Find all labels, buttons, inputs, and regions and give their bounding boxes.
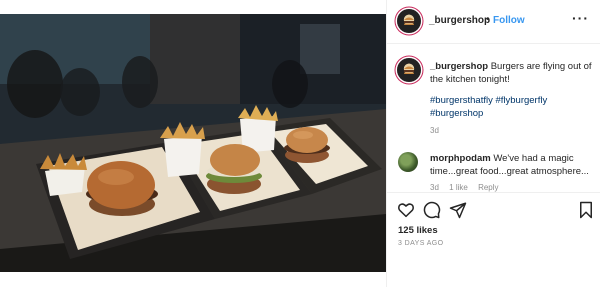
- post-side-panel: _burgershop • Follow ··· _burgershop Bur…: [386, 0, 600, 287]
- like-count[interactable]: 125 likes: [398, 225, 438, 236]
- comment-likes[interactable]: 1 like: [449, 183, 468, 192]
- commenter-avatar[interactable]: [398, 152, 418, 172]
- caption-time: 3d: [430, 126, 439, 135]
- paper-plane-icon[interactable]: [449, 201, 467, 219]
- commenter-username[interactable]: morphpodam: [430, 153, 491, 164]
- burger-logo-icon: [404, 17, 414, 25]
- comment-meta: 3d 1 like Reply: [430, 183, 507, 192]
- comment-bubble-icon[interactable]: [423, 201, 441, 219]
- post-header: _burgershop • Follow ···: [387, 0, 600, 44]
- comment-item: morphpodam We've had a magic time...grea…: [387, 146, 600, 192]
- heart-icon[interactable]: [397, 201, 415, 219]
- separator-dot: •: [486, 14, 490, 25]
- comment-text: morphpodam We've had a magic time...grea…: [430, 152, 594, 178]
- caption-hashtags[interactable]: #burgersthatfly #flyburgerfly #burgersho…: [430, 94, 590, 120]
- instagram-post: _burgershop • Follow ··· _burgershop Bur…: [0, 0, 600, 287]
- post-photo[interactable]: [0, 14, 386, 272]
- bookmark-icon[interactable]: [577, 201, 595, 219]
- follow-button[interactable]: Follow: [493, 15, 525, 26]
- burger-logo-icon: [404, 66, 414, 74]
- author-username[interactable]: _burgershop: [429, 15, 490, 26]
- comment-reply-button[interactable]: Reply: [478, 183, 498, 192]
- author-avatar[interactable]: [397, 9, 421, 33]
- burger-photo-illustration: [0, 14, 386, 272]
- caption-avatar[interactable]: [397, 58, 421, 82]
- more-options-icon[interactable]: ···: [572, 10, 589, 26]
- caption-text: _burgershop Burgers are flying out of th…: [430, 60, 594, 86]
- caption-username[interactable]: _burgershop: [430, 61, 488, 72]
- post-actions: 125 likes 3 DAYS AGO: [387, 192, 600, 287]
- comment-time: 3d: [430, 183, 439, 192]
- post-date: 3 DAYS AGO: [398, 240, 444, 247]
